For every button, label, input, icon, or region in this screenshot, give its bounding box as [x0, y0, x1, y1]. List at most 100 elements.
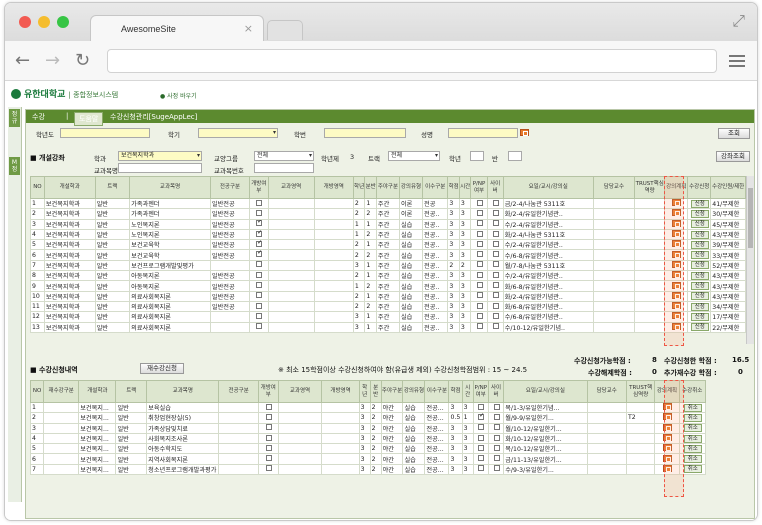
- syllabus-icon[interactable]: [672, 261, 682, 268]
- checkbox-icon[interactable]: [256, 199, 263, 206]
- syllabus-icon[interactable]: [672, 230, 682, 238]
- checkbox-icon[interactable]: [493, 465, 500, 472]
- help-button[interactable]: 도움말: [74, 112, 104, 126]
- table-row[interactable]: 4보건복지학과일반노인복지론일반전공12주간실습전공..33화/2-4/나눔관 …: [30, 228, 746, 241]
- checkbox-icon[interactable]: [256, 292, 263, 299]
- checkbox-icon[interactable]: [256, 323, 263, 330]
- checkbox-icon[interactable]: [265, 434, 272, 441]
- row-action-button[interactable]: 취소: [683, 413, 702, 422]
- checkbox-icon[interactable]: [265, 424, 272, 431]
- back-icon[interactable]: ←: [15, 50, 30, 71]
- course-name-field[interactable]: [118, 163, 202, 173]
- checkbox-icon[interactable]: [478, 444, 485, 451]
- syllabus-icon[interactable]: [672, 292, 682, 299]
- checkbox-icon[interactable]: [478, 465, 485, 472]
- checkbox-icon[interactable]: [476, 209, 483, 216]
- browser-tab[interactable]: AwesomeSite ×: [90, 15, 264, 42]
- side-button-2[interactable]: M 정: [9, 157, 20, 175]
- syllabus-icon[interactable]: [662, 413, 672, 421]
- syllabus-icon[interactable]: [672, 323, 682, 330]
- dept-select[interactable]: 보건복지학과: [118, 151, 202, 161]
- checkbox-icon[interactable]: [476, 261, 483, 268]
- side-button-1[interactable]: 정규: [9, 109, 20, 127]
- table-row[interactable]: 3보건복지학과일반노인복지론일반전공11주간실습전공..33수/2-4/유일한기…: [30, 218, 746, 230]
- reload-icon[interactable]: ↻: [75, 50, 90, 71]
- course-no-field[interactable]: [254, 163, 314, 173]
- expand-icon[interactable]: ⤢: [732, 11, 745, 31]
- row-action-button[interactable]: 취소: [683, 455, 702, 464]
- syllabus-icon[interactable]: [672, 281, 682, 289]
- checkbox-icon[interactable]: [256, 261, 263, 268]
- close-dot-icon[interactable]: [19, 16, 31, 28]
- table-row[interactable]: 8 보건복지학과 일반 아동복지론 일반전공 2 1 주간 실습 전공.. 3 3 수/2-4/유일한기…: [30, 270, 746, 282]
- area-select[interactable]: 전체: [254, 151, 314, 161]
- table-row[interactable]: 4 보건복지... 일반 사회복지조사론 3 2 야간 실습 전공... 3 3 화/10-12/유일…: [29, 432, 707, 445]
- checkbox-icon[interactable]: [493, 434, 500, 441]
- checkbox-icon[interactable]: [256, 312, 263, 319]
- checkbox-icon[interactable]: [492, 282, 499, 289]
- checkbox-icon[interactable]: [492, 230, 499, 237]
- row-action-button[interactable]: 신청: [690, 251, 709, 260]
- checkbox-icon[interactable]: [476, 251, 483, 258]
- syllabus-icon[interactable]: [672, 240, 682, 248]
- search-button[interactable]: 조회: [718, 128, 750, 139]
- row-action-button[interactable]: 취소: [683, 434, 702, 443]
- checkbox-icon[interactable]: [476, 271, 483, 278]
- syllabus-icon[interactable]: [672, 312, 682, 320]
- row-action-button[interactable]: 취소: [683, 465, 702, 474]
- checkbox-icon[interactable]: [492, 271, 499, 278]
- table-row[interactable]: 3 보건복지... 일반 가족상담및치료 3 2 야간 실습 전공... 3 3 월/10-12/유일…: [29, 422, 707, 434]
- class-field[interactable]: [508, 151, 522, 161]
- checkbox-icon[interactable]: [492, 251, 499, 258]
- row-action-button[interactable]: 신청: [690, 302, 709, 311]
- checkbox-icon[interactable]: [493, 444, 500, 451]
- checkbox-icon[interactable]: [478, 403, 485, 410]
- row-action-button[interactable]: 신청: [690, 312, 709, 321]
- year-field[interactable]: [60, 128, 150, 138]
- row-action-button[interactable]: 취소: [683, 403, 702, 412]
- checkbox-icon[interactable]: [492, 240, 499, 247]
- syllabus-icon[interactable]: [672, 220, 682, 227]
- checkbox-icon[interactable]: [492, 323, 499, 330]
- syllabus-icon[interactable]: [672, 199, 682, 207]
- table-row[interactable]: 6 보건복지... 일반 지역사회복지론 3 2 야간 실습 전공... 3 3 금/11-13/유일…: [29, 453, 707, 465]
- row-action-button[interactable]: 신청: [690, 220, 709, 229]
- syllabus-icon[interactable]: [662, 444, 672, 452]
- syllabus-icon[interactable]: [672, 251, 682, 258]
- table-row[interactable]: 9 보건복지학과 일반 아동복지론 일반전공 1 2 주간 실습 전공.. 3 3 화/6-8/유일한기…: [30, 280, 746, 292]
- table-row[interactable]: 7 보건복지... 일반 청소년프로그램개발과평가 3 2 야간 실습 전공... 3 3 수/9-3…: [29, 463, 707, 476]
- checkbox-icon[interactable]: [478, 434, 485, 441]
- menu-icon[interactable]: [729, 55, 745, 70]
- search-icon[interactable]: [520, 129, 529, 136]
- grade-field[interactable]: [470, 151, 484, 161]
- checkbox-icon[interactable]: [256, 282, 263, 289]
- checkbox-icon[interactable]: [476, 230, 483, 237]
- row-action-button[interactable]: 신청: [690, 282, 709, 291]
- checkbox-icon[interactable]: [492, 312, 499, 319]
- checkbox-icon[interactable]: [265, 413, 272, 420]
- table-row[interactable]: 5보건복지학과일반보건교육학일반전공21주간실습전공..33수/2-4/유일한기…: [30, 239, 746, 251]
- row-action-button[interactable]: 신청: [690, 240, 709, 249]
- syllabus-icon[interactable]: [662, 424, 672, 431]
- course-search-button[interactable]: 강좌조회: [716, 151, 750, 162]
- checkbox-icon[interactable]: [476, 220, 483, 227]
- checkbox-icon[interactable]: [492, 302, 499, 309]
- checkbox-icon[interactable]: [256, 251, 262, 258]
- syllabus-icon[interactable]: [662, 403, 672, 411]
- row-action-button[interactable]: 신청: [690, 271, 709, 280]
- checkbox-icon[interactable]: [265, 455, 272, 462]
- syllabus-icon[interactable]: [672, 271, 682, 279]
- checkbox-icon[interactable]: [476, 199, 483, 206]
- student-no-field[interactable]: [324, 128, 406, 138]
- row-action-button[interactable]: 취소: [683, 424, 702, 433]
- checkbox-icon[interactable]: [492, 220, 499, 227]
- table-row[interactable]: 1 보건복지... 일반 보육실습 3 2 야간 실습 전공... 3 3 목/1-3/유일한기념..…: [29, 401, 707, 414]
- checkbox-icon[interactable]: [256, 302, 263, 309]
- checkbox-icon[interactable]: [476, 302, 483, 309]
- checkbox-icon[interactable]: [476, 240, 483, 247]
- syllabus-icon[interactable]: [672, 302, 682, 310]
- row-action-button[interactable]: 신청: [690, 209, 709, 218]
- table-row[interactable]: 11 보건복지학과 일반 의료사회복지론 일반전공 2 2 주간 실습 전공.. 3 3 화/6-8/유…: [30, 300, 746, 313]
- checkbox-icon[interactable]: [256, 241, 262, 247]
- checkbox-icon[interactable]: [492, 292, 499, 299]
